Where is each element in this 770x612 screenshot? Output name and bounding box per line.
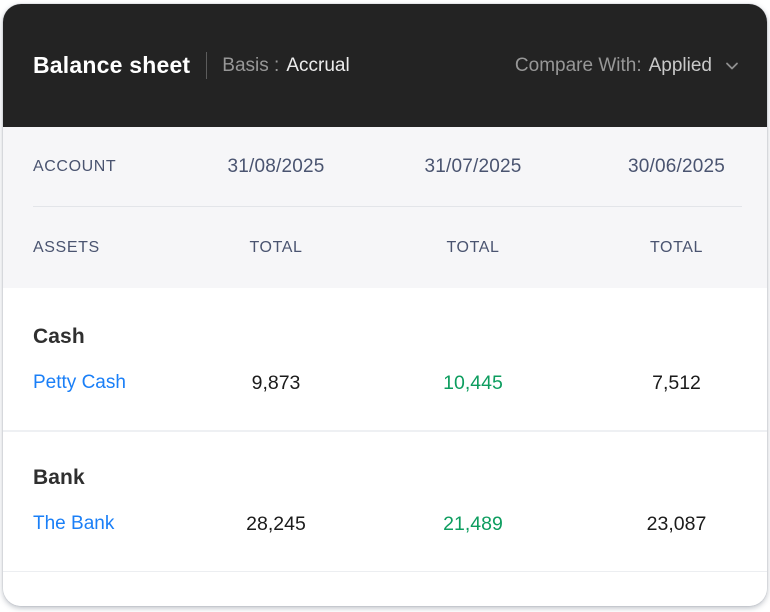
table-row-petty-cash: Petty Cash 9,873 10,445 7,512 [3, 370, 767, 396]
account-group-bank: Bank The Bank 28,245 21,489 23,087 [3, 432, 767, 571]
cell-value-positive: 21,489 [374, 511, 572, 537]
table-header: ACCOUNT 31/08/2025 31/07/2025 30/06/2025… [3, 127, 767, 288]
column-header-date-2: 31/07/2025 [374, 156, 572, 178]
cell-value: 23,087 [572, 511, 767, 537]
report-header: Balance sheet Basis : Accrual Compare Wi… [3, 4, 767, 127]
chevron-down-icon [723, 57, 741, 75]
column-header-date-1: 31/08/2025 [178, 156, 374, 178]
column-header-account: ACCOUNT [3, 158, 178, 176]
group-title-cash: Cash [3, 324, 767, 350]
column-header-date-3: 30/06/2025 [572, 156, 767, 178]
section-header-assets: ASSETS [3, 239, 178, 257]
cell-value: 7,512 [572, 370, 767, 396]
cell-value-positive: 10,445 [374, 370, 572, 396]
column-subheader-total-1: TOTAL [178, 239, 374, 257]
date-header-row: ACCOUNT 31/08/2025 31/07/2025 30/06/2025 [3, 127, 767, 206]
compare-with-dropdown[interactable]: Compare With: Applied [515, 55, 741, 77]
report-title: Balance sheet [33, 52, 190, 79]
compare-with-label: Compare With: [515, 55, 642, 77]
group-title-bank: Bank [3, 465, 767, 491]
basis-label: Basis : [222, 55, 279, 77]
compare-with-value: Applied [649, 55, 712, 77]
header-divider [206, 52, 207, 79]
cell-value: 9,873 [178, 370, 374, 396]
basis-value: Accrual [286, 55, 349, 77]
balance-sheet-card: Balance sheet Basis : Accrual Compare Wi… [3, 4, 767, 606]
total-header-row: ASSETS TOTAL TOTAL TOTAL [3, 207, 767, 288]
account-link-petty-cash[interactable]: Petty Cash [3, 370, 178, 396]
column-subheader-total-3: TOTAL [572, 239, 767, 257]
basis-info: Basis : Accrual [222, 55, 349, 77]
column-subheader-total-2: TOTAL [374, 239, 572, 257]
account-link-the-bank[interactable]: The Bank [3, 511, 178, 537]
account-group-cash: Cash Petty Cash 9,873 10,445 7,512 [3, 288, 767, 430]
cell-value: 28,245 [178, 511, 374, 537]
footer-strip [3, 572, 767, 606]
table-row-the-bank: The Bank 28,245 21,489 23,087 [3, 511, 767, 537]
